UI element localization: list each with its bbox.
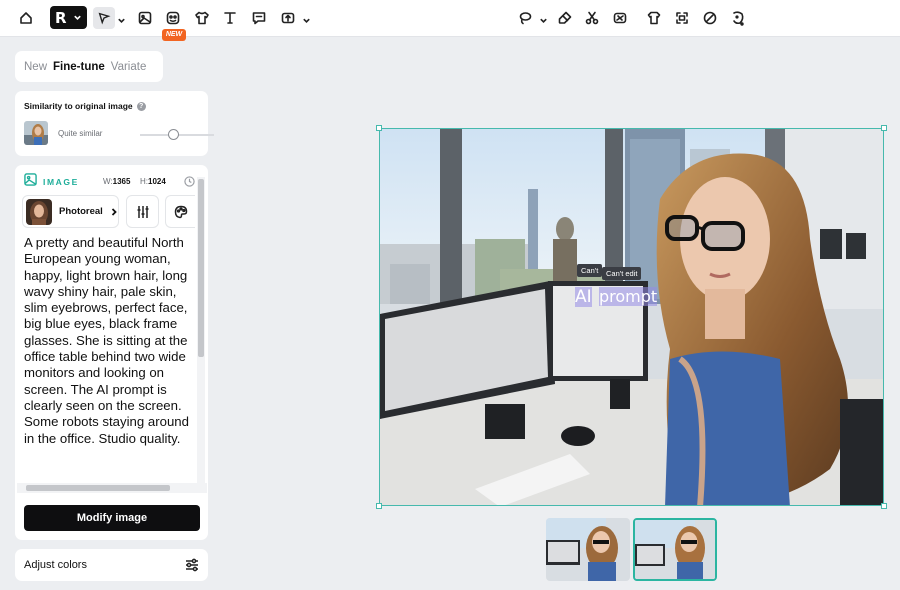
chevron-down-icon: [73, 15, 81, 20]
logo-letter: R: [55, 8, 67, 27]
horizontal-scrollbar-thumb[interactable]: [26, 485, 170, 491]
tab-fine-tune[interactable]: Fine-tune: [53, 61, 105, 73]
image-icon: [24, 173, 37, 191]
style-brush-icon[interactable]: [699, 7, 721, 29]
width-label: W:: [103, 177, 113, 186]
lasso-dropdown[interactable]: [539, 12, 548, 23]
select-tool-button[interactable]: [93, 7, 115, 29]
generated-office-photo: [380, 129, 883, 505]
variation-thumbnail-2-selected[interactable]: [633, 518, 717, 581]
resize-handle-top-right[interactable]: [881, 125, 887, 131]
magic-image-tool-icon[interactable]: [162, 7, 184, 29]
screen-text-ai[interactable]: AI: [575, 287, 592, 307]
style-preset-button[interactable]: Photoreal: [22, 195, 119, 228]
adjust-colors-card[interactable]: Adjust colors: [15, 549, 208, 581]
tshirt-mockup-icon[interactable]: [191, 7, 213, 29]
mode-tabs: New Fine-tune Variate: [15, 51, 163, 82]
settings-sliders-button[interactable]: [126, 195, 159, 228]
scissors-cut-icon[interactable]: [581, 7, 603, 29]
image-header: IMAGE W:1365 H:1024: [24, 173, 195, 191]
tab-variate[interactable]: Variate: [111, 61, 147, 73]
image-settings-card: IMAGE W:1365 H:1024 Photoreal A pretty a…: [15, 165, 208, 540]
adjust-colors-label: Adjust colors: [24, 559, 87, 571]
top-toolbar: R NEW: [0, 0, 900, 41]
select-tool-dropdown[interactable]: [117, 12, 126, 23]
palette-button[interactable]: [165, 195, 195, 228]
similarity-card: Similarity to original image ? Quite sim…: [15, 91, 214, 156]
help-icon[interactable]: ?: [136, 101, 146, 111]
cursor-arrow-icon: [98, 12, 111, 25]
sliders-icon: [137, 205, 148, 218]
style-preset-thumbnail: [26, 198, 52, 225]
original-image-thumbnail: [24, 121, 48, 145]
width-value: 1365: [112, 177, 131, 186]
chevron-right-icon: [110, 203, 118, 221]
image-tool-icon[interactable]: [134, 7, 156, 29]
resize-handle-top-left[interactable]: [376, 125, 382, 131]
expand-image-icon[interactable]: [671, 7, 693, 29]
new-badge: NEW: [162, 29, 186, 41]
cant-edit-short-tooltip: Can't: [577, 264, 603, 277]
app-logo-menu-button[interactable]: R: [50, 6, 87, 29]
modify-image-button[interactable]: Modify image: [24, 505, 200, 531]
resize-handle-bottom-left[interactable]: [376, 503, 382, 509]
variation-thumbnail-1[interactable]: [546, 518, 630, 581]
image-section-label: IMAGE: [43, 177, 79, 187]
similarity-title-text: Similarity to original image: [24, 101, 133, 111]
height-label: H:: [140, 177, 148, 186]
height-value: 1024: [148, 177, 166, 186]
text-tool-icon[interactable]: [219, 7, 241, 29]
home-icon[interactable]: [15, 7, 37, 29]
similarity-value-label: Quite similar: [58, 129, 103, 138]
comment-tool-icon[interactable]: [248, 7, 270, 29]
style-preset-label: Photoreal: [59, 206, 103, 217]
palette-icon: [174, 205, 187, 218]
screen-text-prompt[interactable]: prompt: [599, 287, 658, 306]
prompt-vertical-scrollbar[interactable]: [197, 177, 205, 483]
prompt-textarea[interactable]: A pretty and beautiful North European yo…: [24, 235, 196, 475]
enhance-face-icon[interactable]: [727, 7, 749, 29]
shirt-icon[interactable]: [643, 7, 665, 29]
tab-new[interactable]: New: [24, 61, 47, 73]
width-readout: W:1365: [103, 177, 130, 186]
vertical-scrollbar-thumb[interactable]: [198, 179, 204, 357]
remove-background-icon[interactable]: [609, 7, 631, 29]
similarity-title: Similarity to original image ?: [24, 101, 146, 111]
upload-image-icon[interactable]: [277, 7, 299, 29]
prompt-horizontal-scrollbar[interactable]: [17, 483, 207, 493]
canvas-image[interactable]: Can't Can't edit AI prompt: [379, 128, 884, 506]
resize-handle-bottom-right[interactable]: [881, 503, 887, 509]
upload-dropdown[interactable]: [302, 12, 311, 23]
height-readout: H:1024: [140, 177, 166, 186]
eraser-icon[interactable]: [554, 7, 576, 29]
lasso-tool-icon[interactable]: [514, 7, 536, 29]
cant-edit-tooltip: Can't edit: [602, 267, 642, 280]
similarity-slider-knob[interactable]: [168, 129, 179, 140]
